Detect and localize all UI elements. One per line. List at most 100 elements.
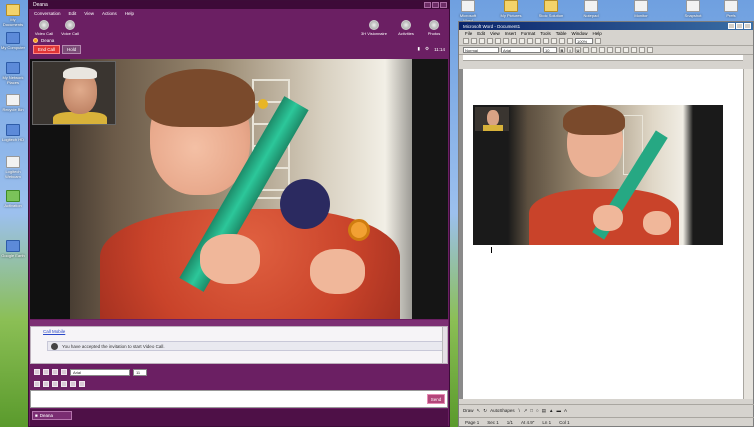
arrow-icon[interactable]: ↗ — [523, 408, 527, 414]
oval-icon[interactable]: ○ — [536, 408, 539, 413]
desktop-icon-recycle-bin[interactable]: Recycle Bin — [0, 94, 26, 112]
voice-call-button[interactable]: Voice Call — [59, 20, 81, 36]
hyperlink-icon[interactable] — [551, 38, 557, 44]
paste-icon[interactable] — [527, 38, 533, 44]
copy-icon[interactable] — [519, 38, 525, 44]
word-menu-insert[interactable]: Insert — [505, 31, 516, 36]
style-select[interactable]: Normal — [463, 47, 499, 53]
word-close-button[interactable] — [744, 23, 751, 29]
activities-button[interactable]: Activities — [395, 20, 417, 36]
desktop-icon-my-pictures[interactable]: My Pictures — [498, 0, 524, 18]
wink-icon[interactable] — [43, 381, 49, 387]
menu-help[interactable]: Help — [124, 11, 135, 16]
menu-edit[interactable]: Edit — [68, 11, 78, 16]
pasted-video-snapshot[interactable] — [473, 105, 723, 245]
align-left-icon[interactable] — [583, 47, 589, 53]
columns-icon[interactable] — [567, 38, 573, 44]
word-menu-table[interactable]: Table — [556, 31, 567, 36]
desktop-icon-my-documents[interactable]: My Documents — [0, 4, 26, 27]
bullets-icon[interactable] — [623, 47, 629, 53]
font-select[interactable]: Arial — [70, 368, 130, 376]
draw-menu[interactable]: Draw — [463, 408, 474, 413]
hold-button[interactable]: Hold — [62, 44, 82, 54]
ink-icon[interactable] — [70, 381, 76, 387]
message-input[interactable] — [30, 390, 448, 408]
font-select-word[interactable]: Arial — [501, 47, 541, 53]
color-icon[interactable] — [61, 369, 67, 375]
bold-icon[interactable] — [43, 369, 49, 375]
desktop-icon-logitech-webcam[interactable]: Logitech Webcam — [0, 156, 26, 179]
select-arrow-icon[interactable]: ↖ — [477, 408, 481, 414]
video-call-button[interactable]: Video Call — [33, 20, 55, 36]
emoticon-icon[interactable] — [34, 381, 40, 387]
word-menu-file[interactable]: File — [465, 31, 472, 36]
italic-button[interactable]: I — [567, 47, 573, 53]
table-icon[interactable] — [559, 38, 565, 44]
maximize-button[interactable] — [432, 2, 439, 8]
bold-button[interactable]: B — [559, 47, 565, 53]
desktop-icon-monitor[interactable]: Monitor — [628, 0, 654, 18]
highlight-icon[interactable] — [639, 47, 645, 53]
microphone-icon[interactable]: ▮ — [418, 46, 420, 52]
menu-actions[interactable]: Actions — [101, 11, 118, 16]
menu-conversation[interactable]: Conversation — [33, 11, 62, 16]
justify-icon[interactable] — [607, 47, 613, 53]
chat-contact-link[interactable]: Call Mobile — [43, 329, 65, 334]
size-select-word[interactable]: 10 — [543, 47, 557, 53]
italic-icon[interactable] — [52, 369, 58, 375]
redo-icon[interactable] — [543, 38, 549, 44]
chat-scrollbar[interactable] — [442, 327, 447, 363]
desktop-icon-google-earth[interactable]: Google Earth — [0, 240, 26, 258]
numbering-icon[interactable] — [615, 47, 621, 53]
desktop-icon-prefs[interactable]: Prefs — [718, 0, 744, 18]
spell-icon[interactable] — [503, 38, 509, 44]
desktop-icon-my-computer[interactable]: My Computer — [0, 32, 26, 50]
indent-icon[interactable] — [631, 47, 637, 53]
photos-button[interactable]: Photos — [423, 20, 445, 36]
desktop-icon-snapshot[interactable]: Snapshot — [680, 0, 706, 18]
word-menu-format[interactable]: Format — [521, 31, 535, 36]
rotate-icon[interactable]: ↻ — [483, 408, 487, 414]
send-button[interactable]: Send — [427, 394, 445, 404]
rectangle-icon[interactable]: □ — [530, 408, 533, 413]
desktop-icon-word[interactable]: Microsoft Word — [455, 0, 481, 23]
undo-icon[interactable] — [535, 38, 541, 44]
cut-icon[interactable] — [511, 38, 517, 44]
underline-button[interactable]: U — [575, 47, 581, 53]
close-button[interactable] — [440, 2, 447, 8]
word-menu-window[interactable]: Window — [572, 31, 588, 36]
word-vertical-scrollbar[interactable] — [743, 69, 753, 399]
new-icon[interactable] — [463, 38, 469, 44]
word-menu-help[interactable]: Help — [593, 31, 602, 36]
textbox-icon[interactable]: ▤ — [542, 408, 546, 414]
contacts-button[interactable]: 3H Visionnaire — [359, 20, 389, 36]
desktop-icon-activation[interactable]: Activation — [0, 190, 26, 208]
desktop-icon-notepad[interactable]: Notepad — [578, 0, 604, 18]
autoshapes-menu[interactable]: AutoShapes — [490, 408, 515, 413]
end-call-button[interactable]: End Call — [33, 44, 61, 54]
open-icon[interactable] — [471, 38, 477, 44]
save-icon[interactable] — [479, 38, 485, 44]
line-icon[interactable]: ∖ — [518, 408, 521, 414]
font-color-icon[interactable] — [647, 47, 653, 53]
menu-view[interactable]: View — [83, 11, 95, 16]
desktop-icon-network-places[interactable]: My Network Places — [0, 62, 26, 85]
word-maximize-button[interactable] — [736, 23, 743, 29]
bottom-contact-tab[interactable]: ■ Deana — [32, 411, 72, 420]
ruler[interactable] — [463, 55, 743, 61]
word-menu-edit[interactable]: Edit — [477, 31, 485, 36]
align-right-icon[interactable] — [599, 47, 605, 53]
fill-color-icon[interactable]: ▲ — [549, 408, 553, 413]
settings-icon[interactable]: ⚙ — [425, 46, 429, 52]
background-icon[interactable] — [61, 381, 67, 387]
minimize-button[interactable] — [424, 2, 431, 8]
word-minimize-button[interactable] — [728, 23, 735, 29]
preview-icon[interactable] — [495, 38, 501, 44]
word-menu-view[interactable]: View — [490, 31, 500, 36]
document-page[interactable] — [463, 69, 745, 399]
line-color-icon[interactable]: ▬ — [556, 408, 561, 413]
font-size-select[interactable]: 11 — [133, 368, 147, 376]
help-icon[interactable] — [595, 38, 601, 44]
align-center-icon[interactable] — [591, 47, 597, 53]
desktop-icon-stoic[interactable]: Stoic Solution — [538, 0, 564, 18]
